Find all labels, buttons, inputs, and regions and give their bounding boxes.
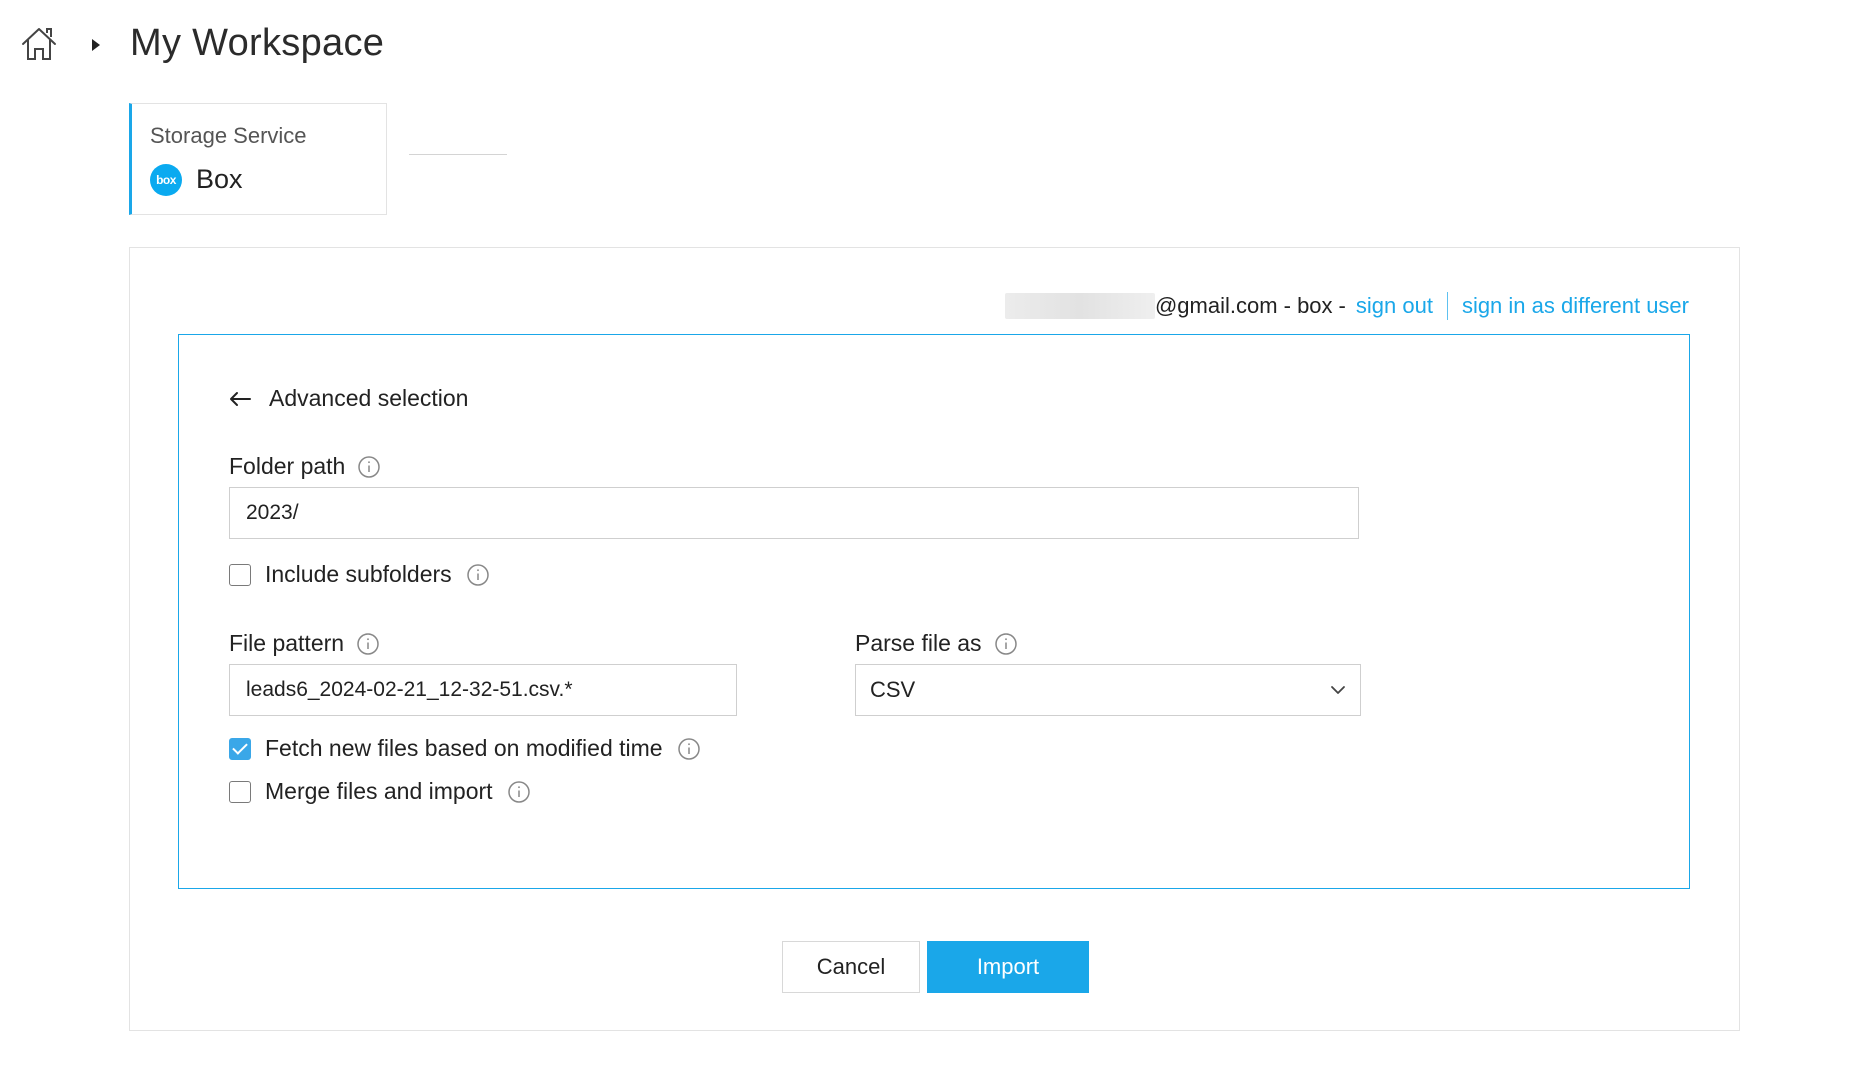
cancel-button[interactable]: Cancel bbox=[782, 941, 920, 993]
fetch-new-files-row: Fetch new files based on modified time bbox=[229, 735, 701, 762]
merge-files-checkbox[interactable] bbox=[229, 780, 251, 803]
merge-files-row: Merge files and import bbox=[229, 778, 531, 805]
parse-file-as-value: CSV bbox=[870, 677, 916, 702]
file-pattern-label-text: File pattern bbox=[229, 630, 345, 656]
info-icon[interactable] bbox=[677, 737, 701, 761]
step-divider bbox=[409, 154, 507, 155]
merge-files-label: Merge files and import bbox=[265, 778, 493, 804]
main-panel: @gmail.com - box - sign out sign in as d… bbox=[129, 247, 1740, 1031]
include-subfolders-label: Include subfolders bbox=[265, 561, 452, 587]
parse-file-as-select[interactable]: CSV bbox=[855, 664, 1361, 716]
folder-path-input[interactable] bbox=[229, 487, 1359, 539]
advanced-selection-box: Advanced selection Folder path Include s… bbox=[178, 334, 1690, 889]
info-icon[interactable] bbox=[357, 455, 381, 479]
link-divider bbox=[1446, 292, 1448, 320]
sign-out-link[interactable]: sign out bbox=[1356, 293, 1433, 319]
fetch-new-files-label: Fetch new files based on modified time bbox=[265, 735, 663, 761]
page-title: My Workspace bbox=[130, 22, 385, 64]
info-icon[interactable] bbox=[507, 780, 531, 804]
info-icon[interactable] bbox=[466, 563, 490, 587]
box-logo-icon: box bbox=[150, 164, 182, 196]
account-row: @gmail.com - box - sign out sign in as d… bbox=[1004, 288, 1689, 324]
import-button[interactable]: Import bbox=[927, 941, 1089, 993]
back-label: Advanced selection bbox=[269, 385, 469, 411]
account-email: @gmail.com - box bbox=[1154, 293, 1333, 318]
back-arrow-icon bbox=[230, 391, 251, 406]
chevron-down-icon bbox=[1331, 686, 1345, 694]
home-icon[interactable] bbox=[20, 26, 58, 62]
file-pattern-label: File pattern bbox=[229, 630, 380, 657]
account-separator: - bbox=[1338, 293, 1346, 318]
info-icon[interactable] bbox=[994, 632, 1018, 656]
storage-service-name: Box bbox=[196, 164, 243, 194]
info-icon[interactable] bbox=[356, 632, 380, 656]
parse-file-as-label: Parse file as bbox=[855, 630, 1018, 657]
storage-service-label: Storage Service bbox=[150, 123, 307, 148]
sign-in-different-user-link[interactable]: sign in as different user bbox=[1462, 293, 1689, 319]
fetch-new-files-checkbox[interactable] bbox=[229, 737, 251, 760]
parse-file-as-label-text: Parse file as bbox=[855, 630, 982, 656]
email-redacted bbox=[1004, 293, 1155, 319]
folder-path-label: Folder path bbox=[229, 453, 381, 480]
file-pattern-input[interactable] bbox=[229, 664, 737, 716]
back-button[interactable]: Advanced selection bbox=[229, 385, 468, 412]
folder-path-label-text: Folder path bbox=[229, 453, 346, 479]
caret-right-icon bbox=[92, 39, 100, 51]
include-subfolders-row: Include subfolders bbox=[229, 561, 490, 588]
storage-service-card[interactable]: Storage Service box Box bbox=[129, 103, 387, 215]
include-subfolders-checkbox[interactable] bbox=[229, 563, 251, 586]
